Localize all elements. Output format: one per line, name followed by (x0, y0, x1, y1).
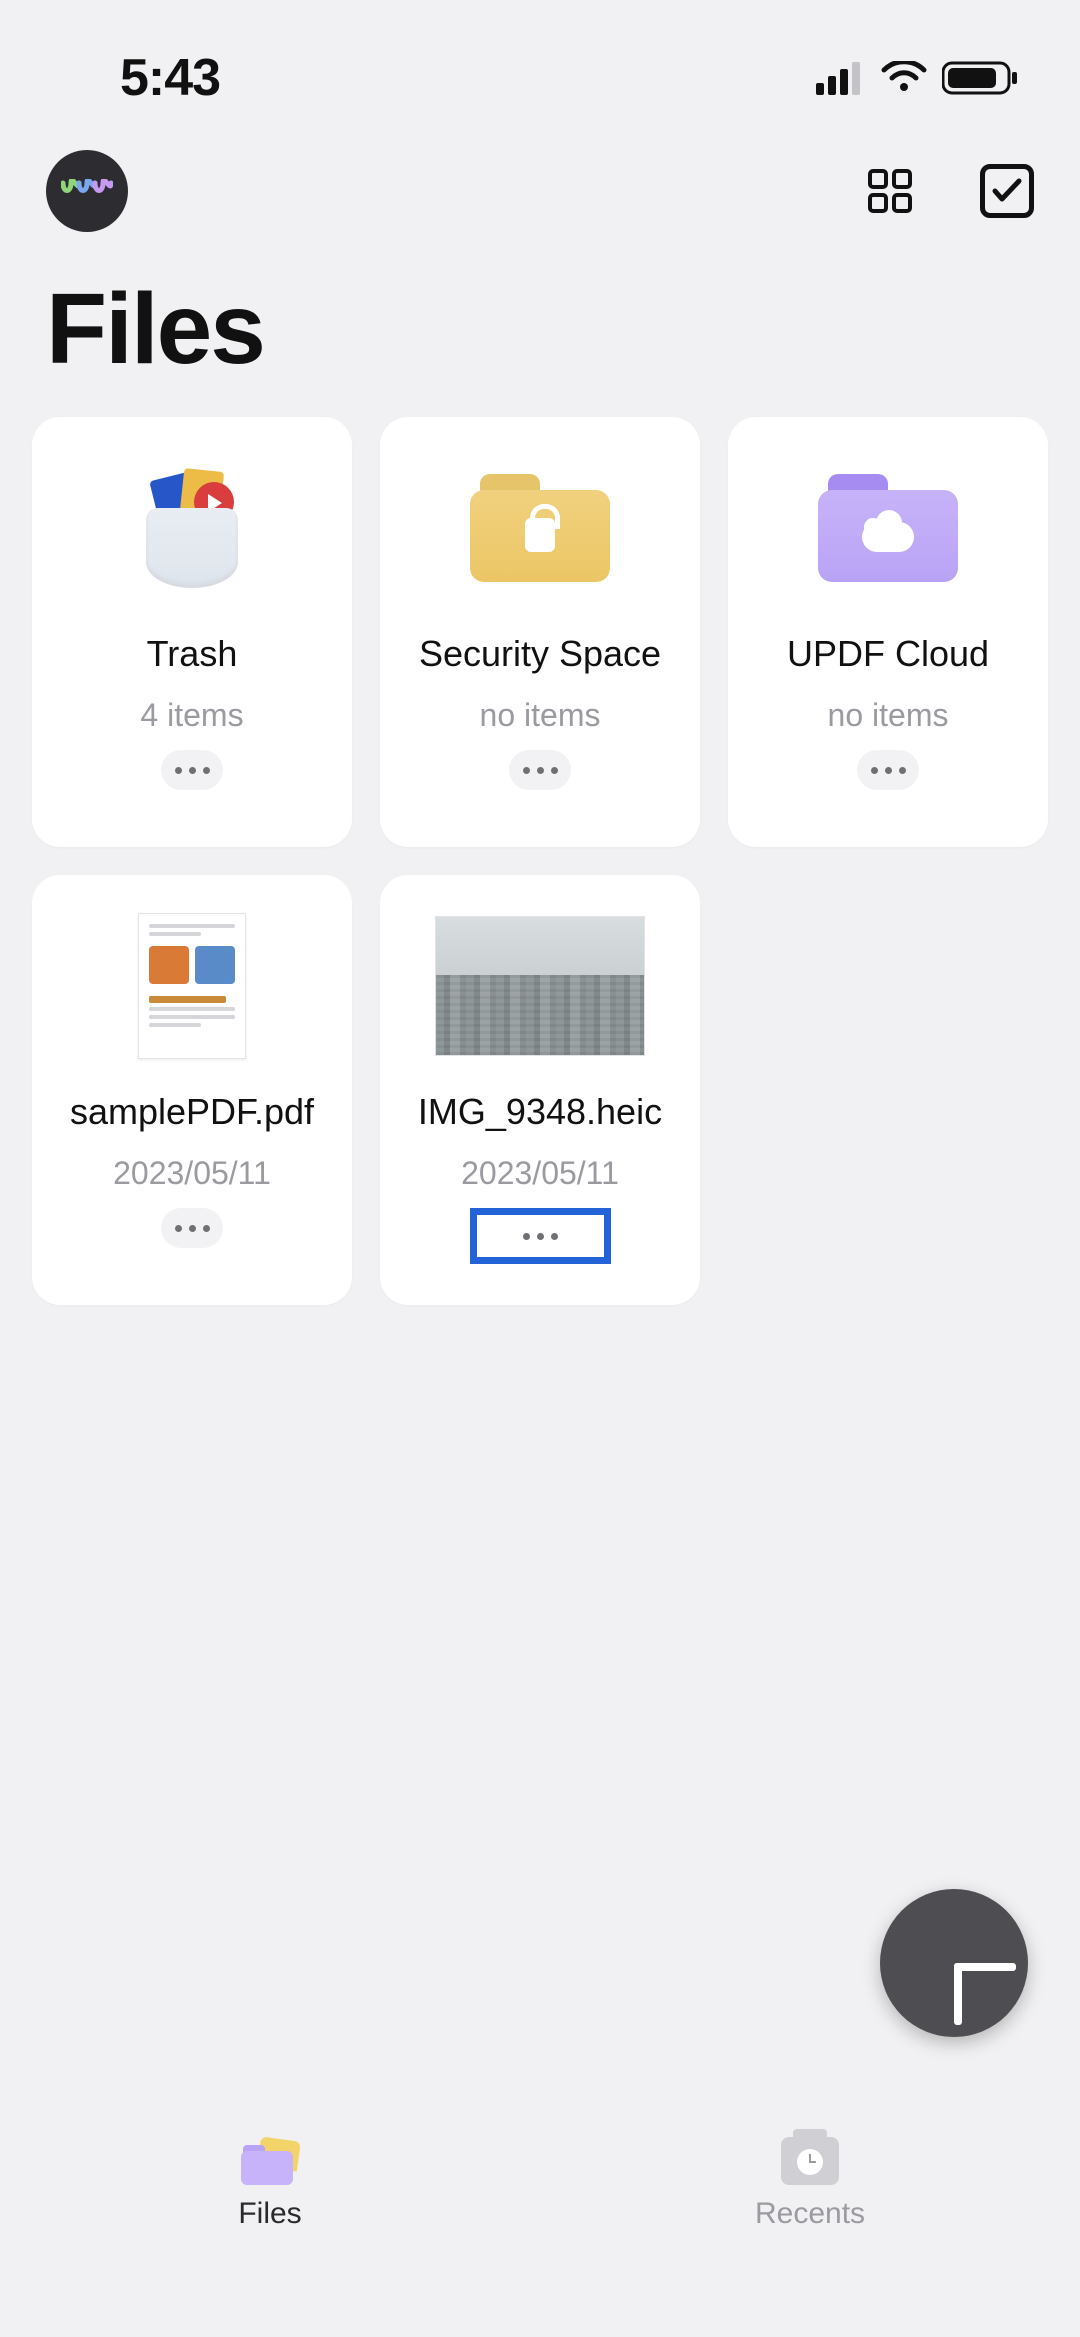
status-indicators (816, 60, 1020, 96)
file-img-9348[interactable]: IMG_9348.heic 2023/05/11 (380, 875, 700, 1305)
more-button[interactable] (857, 750, 919, 790)
add-button[interactable] (880, 1889, 1028, 2037)
view-grid-button[interactable] (860, 161, 920, 221)
grid-icon (866, 167, 914, 215)
folder-updf-cloud[interactable]: UPDF Cloud no items (728, 417, 1048, 847)
item-meta: no items (828, 697, 949, 734)
cellular-icon (816, 61, 866, 95)
item-meta: 2023/05/11 (461, 1155, 619, 1192)
item-name: Trash (147, 633, 238, 675)
files-tab-icon (238, 2135, 302, 2187)
more-button[interactable] (161, 750, 223, 790)
select-mode-button[interactable] (980, 164, 1034, 218)
image-thumbnail (394, 911, 686, 1061)
cloud-folder-icon (742, 453, 1034, 603)
checkmark-icon (992, 178, 1022, 204)
item-meta: 4 items (140, 697, 243, 734)
tab-label: Recents (755, 2197, 865, 2231)
battery-icon (942, 60, 1020, 96)
item-name: Security Space (419, 633, 661, 675)
item-name: samplePDF.pdf (70, 1091, 314, 1133)
file-sample-pdf[interactable]: samplePDF.pdf 2023/05/11 (32, 875, 352, 1305)
more-button[interactable] (161, 1208, 223, 1248)
locked-folder-icon (394, 453, 686, 603)
trash-icon (46, 453, 338, 603)
wifi-icon (880, 61, 928, 95)
folder-security-space[interactable]: Security Space no items (380, 417, 700, 847)
item-name: IMG_9348.heic (418, 1091, 662, 1133)
more-button[interactable] (509, 750, 571, 790)
folder-trash[interactable]: Trash 4 items (32, 417, 352, 847)
item-name: UPDF Cloud (787, 633, 989, 675)
file-grid: Trash 4 items Security Space no items (0, 417, 1080, 1305)
status-time: 5:43 (120, 48, 220, 108)
tab-bar: Files Recents (0, 2107, 1080, 2337)
tab-recents[interactable]: Recents (540, 2135, 1080, 2337)
app-logo-icon (61, 179, 113, 203)
profile-avatar[interactable] (46, 150, 128, 232)
pdf-thumbnail (46, 911, 338, 1061)
page-title: Files (0, 232, 1080, 417)
tab-label: Files (238, 2197, 301, 2231)
header (0, 130, 1080, 232)
more-button[interactable] (470, 1208, 611, 1264)
recents-tab-icon (778, 2135, 842, 2187)
item-meta: 2023/05/11 (113, 1155, 271, 1192)
item-meta: no items (480, 697, 601, 734)
status-bar: 5:43 (0, 0, 1080, 130)
tab-files[interactable]: Files (0, 2135, 540, 2337)
